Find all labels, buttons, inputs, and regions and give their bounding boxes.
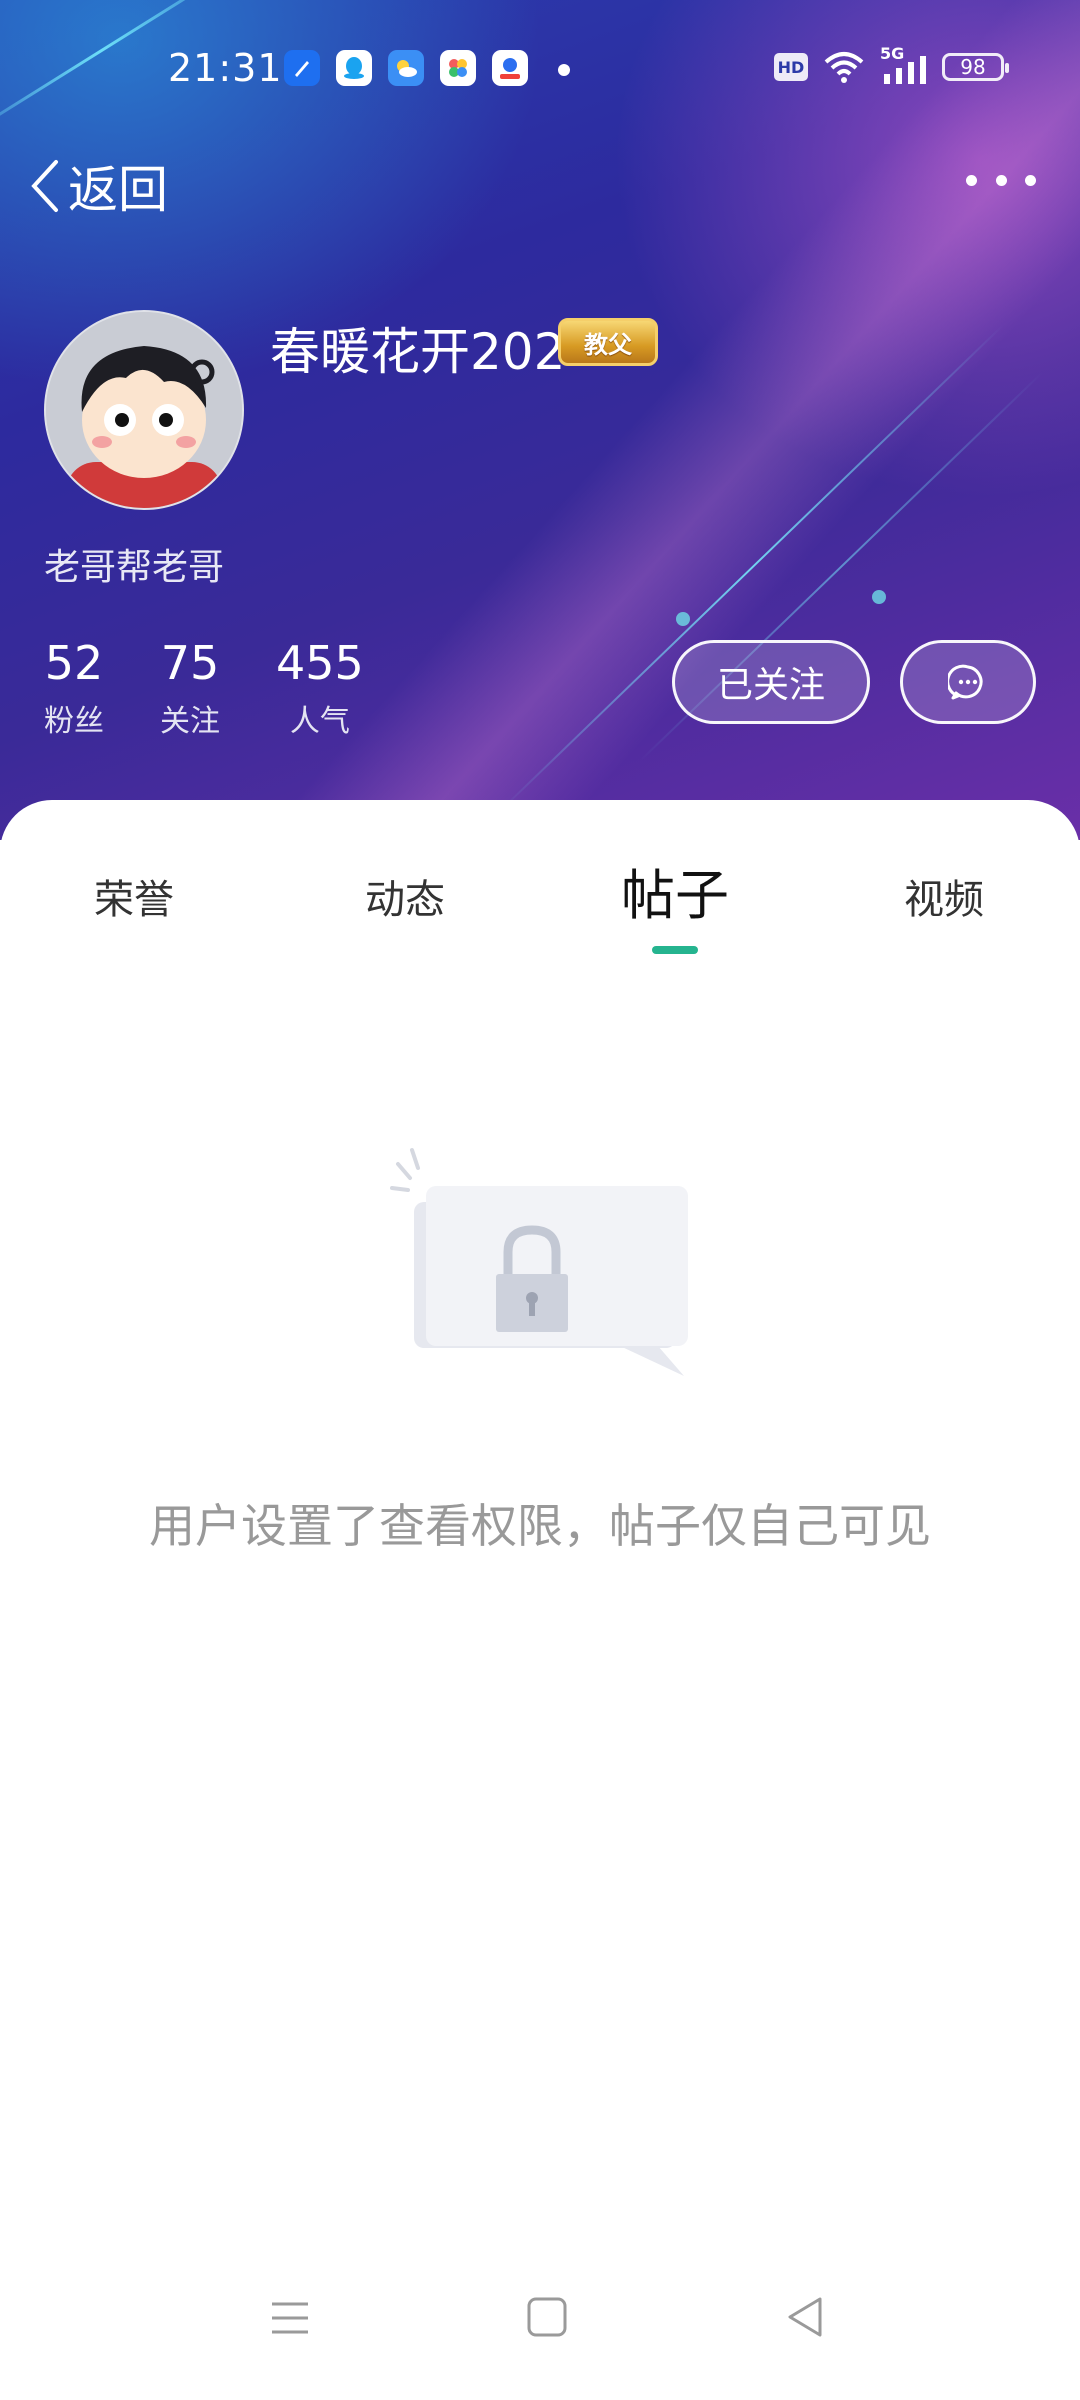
system-icons: HD 5G 98 [774, 44, 1009, 84]
tab-posts[interactable]: 帖子 [585, 866, 765, 926]
content-sheet: 荣誉 动态 帖子 视频 用户设置了查看权限，帖子仅自己可见 [0, 800, 1080, 2400]
active-tab-indicator [652, 946, 698, 954]
hd-badge: HD [774, 53, 808, 81]
stat-label: 粉丝 [44, 704, 104, 739]
empty-state-message: 用户设置了查看权限，帖子仅自己可见 [149, 1499, 931, 1553]
stat-following[interactable]: 75 关注 [160, 636, 220, 740]
battery-icon: 98 [942, 53, 1009, 81]
following-button[interactable]: 已关注 [672, 640, 870, 724]
avatar[interactable] [44, 310, 244, 510]
home-icon[interactable] [524, 2294, 570, 2340]
more-dot [966, 174, 977, 186]
weather-icon [388, 50, 424, 86]
notification-app-icons [284, 50, 528, 86]
battery-level: 98 [960, 55, 986, 79]
menu-icon[interactable] [268, 2296, 312, 2340]
notification-dot [558, 64, 570, 76]
profile-stats: 52 粉丝 75 关注 455 人气 [44, 636, 364, 740]
chat-bubble-icon [948, 664, 983, 700]
stat-value: 455 [276, 636, 364, 690]
more-dot [1025, 174, 1036, 186]
decor-dot [872, 590, 886, 604]
decor-dot [676, 612, 690, 626]
more-options-button[interactable] [966, 160, 1036, 200]
username: 春暖花开202 [270, 323, 566, 381]
back-triangle-icon[interactable] [782, 2294, 828, 2340]
stat-fans[interactable]: 52 粉丝 [44, 636, 104, 740]
tab-videos[interactable]: 视频 [854, 870, 1034, 930]
back-label: 返回 [68, 161, 168, 219]
rank-badge: 教父 [558, 318, 658, 366]
stat-label: 人气 [289, 704, 350, 739]
photos-icon [440, 50, 476, 86]
user-bio: 老哥帮老哥 [44, 547, 225, 588]
lock-icon [390, 1148, 688, 1376]
stat-value: 75 [160, 636, 220, 690]
profile-screen: 21:31 HD 5G 98 返回 春暖花开202 教父 老哥帮老哥 52 粉丝… [0, 0, 1080, 2400]
signal-icon: 5G [880, 44, 928, 84]
back-button[interactable]: 返回 [28, 150, 168, 222]
stat-value: 52 [44, 636, 104, 690]
tab-activity[interactable]: 动态 [315, 870, 495, 930]
wifi-icon [824, 52, 864, 83]
video-icon [492, 50, 528, 86]
profile-tabs: 荣誉 动态 帖子 视频 [0, 866, 1080, 960]
system-navigation-bar [0, 2290, 1080, 2370]
tab-honor[interactable]: 荣誉 [44, 870, 224, 930]
more-dot [995, 174, 1007, 186]
status-bar: 21:31 HD 5G 98 [0, 0, 1080, 140]
stat-popularity: 455 人气 [276, 636, 364, 740]
message-button[interactable] [900, 640, 1036, 724]
locked-content-illustration [390, 1130, 690, 1384]
chevron-left-icon [31, 160, 58, 212]
qq-icon [336, 50, 372, 86]
status-time: 21:31 [168, 46, 283, 90]
browser-icon [284, 50, 320, 86]
stat-label: 关注 [160, 704, 220, 739]
cartoon-avatar-image [46, 312, 242, 508]
